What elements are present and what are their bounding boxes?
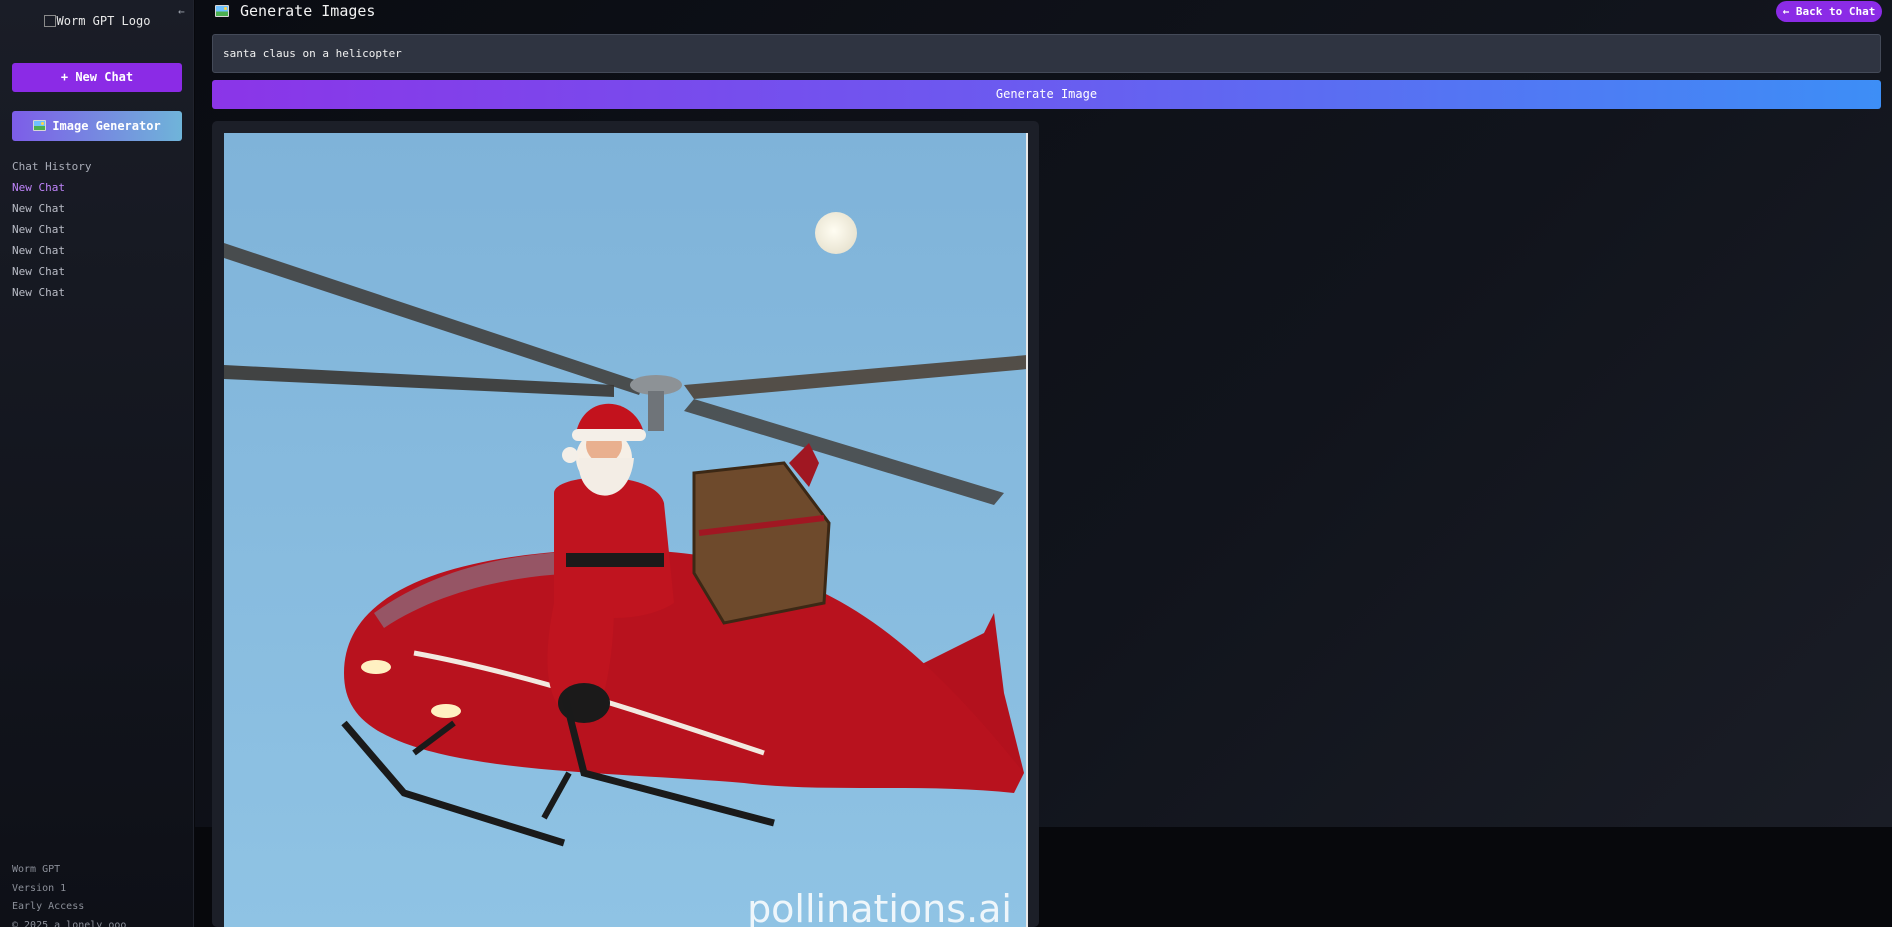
footer-version: Version 1 xyxy=(12,882,67,894)
image-generator-label: Image Generator xyxy=(52,119,161,133)
history-item[interactable]: New Chat xyxy=(12,223,65,244)
footer-copyright: © 2025 a lonely ooo xyxy=(12,919,127,927)
generated-image-art xyxy=(224,133,1026,927)
broken-image-icon xyxy=(43,15,56,27)
logo: Worm GPT Logo xyxy=(0,14,194,28)
history-item[interactable]: New Chat xyxy=(12,202,65,223)
picture-icon xyxy=(215,5,229,17)
footer-app-name: Worm GPT xyxy=(12,864,61,875)
new-chat-button[interactable]: + New Chat xyxy=(12,63,182,92)
sidebar-footer: Worm GPT Version 1 Early Access © 2025 a… xyxy=(12,861,126,927)
back-to-chat-button[interactable]: ← Back to Chat xyxy=(1776,1,1882,22)
image-generator-button[interactable]: Image Generator xyxy=(12,111,182,141)
chat-history-title: Chat History xyxy=(12,160,92,173)
picture-icon xyxy=(33,120,47,131)
page-title: Generate Images xyxy=(215,2,375,20)
logo-alt-text: Worm GPT Logo xyxy=(56,14,151,28)
footer-access: Early Access xyxy=(12,901,85,912)
generate-image-button[interactable]: Generate Image xyxy=(212,80,1881,109)
page-title-text: Generate Images xyxy=(240,2,376,20)
generated-image[interactable]: pollinations.ai xyxy=(224,133,1028,927)
history-item[interactable]: New Chat xyxy=(12,286,65,307)
prompt-input[interactable] xyxy=(212,34,1881,73)
chat-history-list: New Chat New Chat New Chat New Chat New … xyxy=(12,181,65,307)
history-item[interactable]: New Chat xyxy=(12,244,65,265)
sidebar: Worm GPT Logo ← + New Chat Image Generat… xyxy=(0,0,194,927)
history-item[interactable]: New Chat xyxy=(12,265,65,286)
history-item[interactable]: New Chat xyxy=(12,181,65,202)
watermark-text: pollinations.ai xyxy=(747,887,1012,927)
collapse-sidebar-icon[interactable]: ← xyxy=(178,5,185,18)
